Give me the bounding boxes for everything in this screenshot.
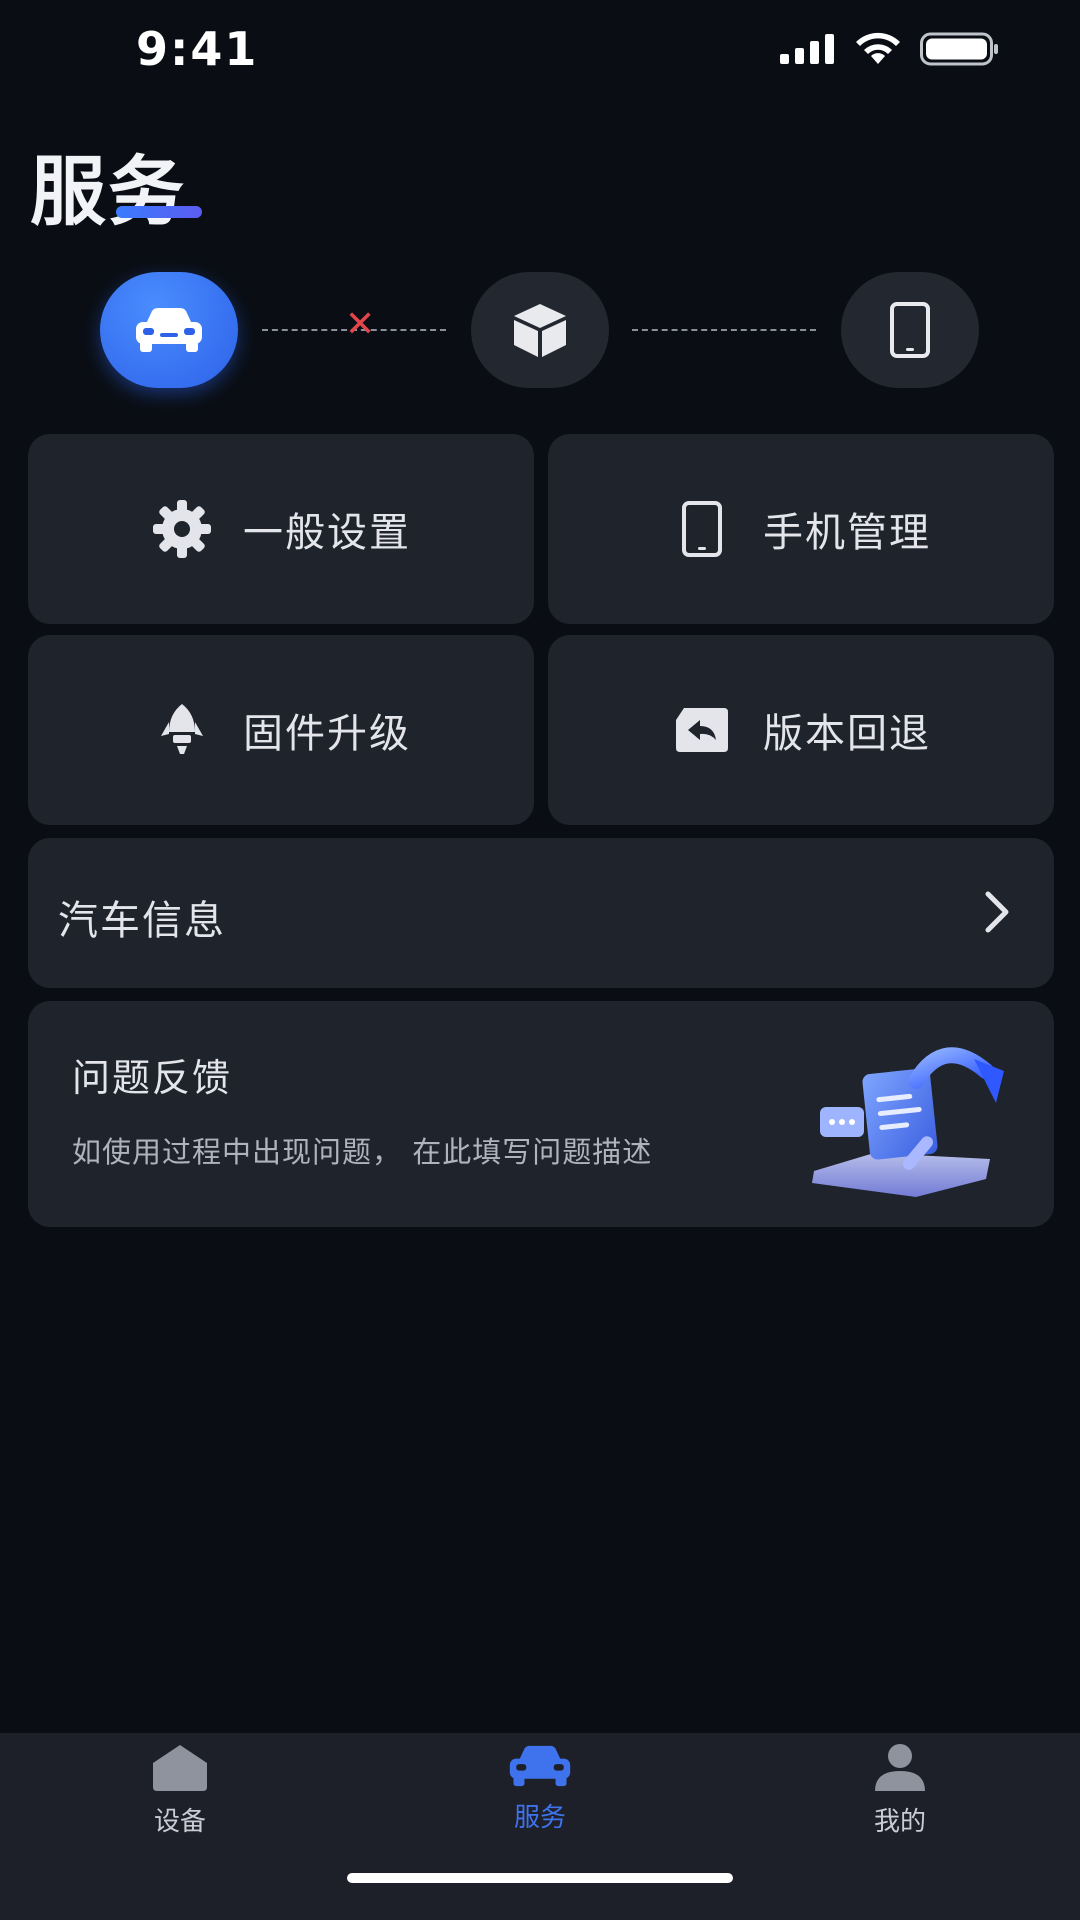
car-info-label: 汽车信息 (58, 898, 226, 944)
tab-service[interactable]: 服务 (450, 1743, 630, 1853)
car-icon (136, 308, 202, 352)
chevron-right-icon (985, 891, 1009, 933)
phone-icon (671, 498, 733, 560)
gear-icon (151, 498, 213, 560)
disconnected-x-icon: ✕ (345, 304, 376, 345)
tab-label: 服务 (513, 1803, 566, 1833)
rocket-icon (151, 699, 213, 761)
page-title: 服务 (30, 147, 186, 236)
feedback-title: 问题反馈 (72, 1056, 233, 1100)
box-icon (514, 304, 566, 357)
wifi-icon (856, 32, 900, 64)
tab-bar: 设备 服务 我的 (0, 1733, 1080, 1920)
tab-label: 设备 (153, 1807, 206, 1837)
user-icon (875, 1744, 925, 1791)
title-underline (116, 206, 202, 218)
signal-icon (780, 34, 834, 64)
car-icon (509, 1745, 571, 1787)
phone-management-tile[interactable]: 手机管理 (548, 434, 1054, 624)
feedback-card[interactable]: 问题反馈 如使用过程中出现问题， 在此填写问题描述 (28, 1001, 1054, 1227)
home-indicator (347, 1873, 733, 1883)
status-icons (780, 32, 1000, 66)
battery-icon (920, 32, 998, 66)
version-rollback-tile[interactable]: 版本回退 (548, 635, 1054, 825)
firmware-upgrade-tile[interactable]: 固件升级 (28, 635, 534, 825)
rollback-icon (671, 699, 733, 761)
feedback-illustration (812, 1047, 1004, 1197)
step-box[interactable] (471, 272, 609, 388)
general-settings-tile[interactable]: 一般设置 (28, 434, 534, 624)
car-info-row[interactable]: 汽车信息 (28, 838, 1054, 988)
step-phone[interactable] (841, 272, 979, 388)
tab-label: 我的 (873, 1807, 926, 1837)
tab-devices[interactable]: 设备 (90, 1743, 270, 1853)
tile-label: 版本回退 (763, 711, 931, 757)
tile-label: 手机管理 (763, 510, 931, 556)
feedback-description: 如使用过程中出现问题， 在此填写问题描述 (72, 1135, 653, 1169)
step-connector-2 (632, 329, 816, 331)
service-screen: 9:41 服务 ✕ 一般设置 手机管理 固件升级 版本回退 汽车信息 问题反馈 … (0, 0, 1080, 1920)
status-time: 9:41 (136, 22, 259, 76)
phone-icon (890, 302, 930, 358)
step-car[interactable] (100, 272, 238, 388)
tile-label: 一般设置 (243, 510, 411, 556)
home-icon (153, 1745, 207, 1791)
tab-mine[interactable]: 我的 (810, 1743, 990, 1853)
tile-label: 固件升级 (243, 711, 411, 757)
status-bar: 9:41 (0, 0, 1080, 100)
connection-steps: ✕ (0, 272, 1080, 388)
